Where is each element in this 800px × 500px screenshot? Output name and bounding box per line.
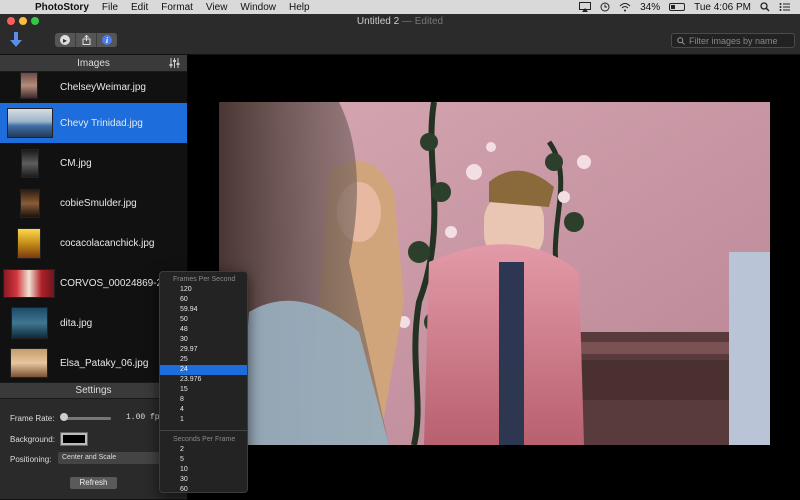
image-list-item[interactable]: Chevy Trinidad.jpg: [0, 103, 187, 143]
spf-option[interactable]: 60: [160, 485, 247, 495]
thumbnail: [20, 189, 40, 218]
menu-bar: PhotoStory File Edit Format View Window …: [0, 0, 800, 14]
image-list-item[interactable]: cobieSmulder.jpg: [0, 183, 187, 223]
fps-option[interactable]: 59.94: [160, 305, 247, 315]
fps-option[interactable]: 4: [160, 405, 247, 415]
photo-illustration: [219, 102, 770, 445]
time-machine-icon[interactable]: [600, 2, 610, 12]
fps-option[interactable]: 25: [160, 355, 247, 365]
thumbnail: [7, 108, 53, 138]
toolbar-segmented-control: ▸ i: [55, 33, 117, 47]
background-color-well[interactable]: [60, 432, 88, 446]
spf-option[interactable]: 5: [160, 455, 247, 465]
thumbnail: [3, 269, 55, 298]
battery-icon[interactable]: [669, 3, 686, 11]
fps-option[interactable]: 30: [160, 335, 247, 345]
image-name: ChelseyWeimar.jpg: [60, 82, 146, 93]
spotlight-icon[interactable]: [760, 2, 770, 12]
preview-canvas: [188, 55, 800, 500]
positioning-value: Center and Scale: [62, 454, 117, 461]
battery-percent: 34%: [640, 1, 661, 13]
window-title: Untitled 2 — Edited: [0, 16, 800, 27]
spf-option[interactable]: 2: [160, 445, 247, 455]
fps-option[interactable]: 1: [160, 415, 247, 425]
image-name: dita.jpg: [60, 317, 93, 329]
spf-options: 2 5 10 30 60: [160, 445, 247, 495]
airplay-icon[interactable]: [579, 2, 592, 12]
filter-input[interactable]: [689, 35, 789, 46]
wifi-icon[interactable]: [619, 2, 631, 12]
frame-rate-label: Frame Rate:: [10, 414, 55, 423]
menu-format[interactable]: Format: [161, 2, 193, 13]
menu-file[interactable]: File: [102, 2, 118, 13]
export-button[interactable]: [8, 31, 24, 49]
image-list-item[interactable]: ChelseyWeimar.jpg: [0, 72, 187, 103]
images-header-title: Images: [77, 57, 110, 69]
thumbnail: [21, 149, 39, 178]
refresh-label: Refresh: [79, 478, 108, 487]
image-list-item[interactable]: CM.jpg: [0, 143, 187, 183]
preview-button[interactable]: ▸: [55, 33, 76, 47]
background-label: Background:: [10, 435, 55, 444]
preview-photo: [219, 102, 770, 445]
images-header: Images: [0, 55, 187, 72]
thumbnail: [20, 72, 38, 99]
share-button[interactable]: [76, 33, 97, 47]
menu-window[interactable]: Window: [240, 2, 276, 13]
thumbnail: [11, 307, 48, 339]
window-titlebar: Untitled 2 — Edited ▸ i: [0, 14, 800, 55]
thumbnail: [10, 348, 48, 378]
color-swatch: [63, 435, 85, 443]
frame-rate-popup: Frames Per Second 120 60 59.94 50 48 30 …: [159, 271, 248, 493]
share-icon: [82, 35, 90, 45]
info-icon: i: [102, 35, 112, 45]
search-icon: [677, 36, 685, 45]
spf-option[interactable]: 10: [160, 465, 247, 475]
filter-field: [671, 33, 795, 48]
spf-option[interactable]: 30: [160, 475, 247, 485]
thumbnail: [17, 228, 41, 259]
positioning-select[interactable]: Center and Scale: [58, 452, 168, 464]
image-name: cobieSmulder.jpg: [60, 197, 137, 209]
fps-option[interactable]: 15: [160, 385, 247, 395]
download-arrow-icon: [10, 32, 22, 47]
fps-option[interactable]: 120: [160, 285, 247, 295]
frame-rate-slider-track[interactable]: [63, 417, 111, 420]
fps-option[interactable]: 60: [160, 295, 247, 305]
settings-header-title: Settings: [75, 385, 112, 396]
fps-group-title: Frames Per Second: [173, 276, 236, 283]
fps-option[interactable]: 8: [160, 395, 247, 405]
notification-center-icon[interactable]: [779, 2, 790, 12]
info-button[interactable]: i: [97, 33, 117, 47]
fps-options: 120 60 59.94 50 48 30 29.97 25 24 23.976…: [160, 285, 247, 425]
menu-app-name[interactable]: PhotoStory: [35, 2, 89, 13]
positioning-label: Positioning:: [10, 455, 52, 464]
status-area: 34% Tue 4:06 PM: [579, 0, 790, 14]
play-icon: ▸: [60, 35, 70, 45]
image-name: Chevy Trinidad.jpg: [60, 117, 143, 129]
document-name: Untitled 2: [356, 16, 400, 27]
fps-option[interactable]: 50: [160, 315, 247, 325]
image-list-item[interactable]: cocacolacanchick.jpg: [0, 223, 187, 263]
fps-option[interactable]: 24: [160, 365, 247, 375]
menu-edit[interactable]: Edit: [131, 2, 148, 13]
edited-status: — Edited: [401, 16, 444, 27]
sliders-icon[interactable]: [169, 58, 180, 71]
image-name: Elsa_Pataky_06.jpg: [60, 357, 149, 369]
fps-option[interactable]: 48: [160, 325, 247, 335]
menu-help[interactable]: Help: [289, 2, 310, 13]
menu-separator: [160, 430, 247, 431]
refresh-button[interactable]: Refresh: [70, 477, 117, 489]
image-name: cocacolacanchick.jpg: [60, 237, 155, 249]
menu-view[interactable]: View: [206, 2, 228, 13]
fps-option[interactable]: 29.97: [160, 345, 247, 355]
menu-clock[interactable]: Tue 4:06 PM: [694, 2, 751, 13]
frame-rate-slider-knob[interactable]: [60, 413, 68, 421]
spf-group-title: Seconds Per Frame: [173, 436, 236, 443]
fps-option[interactable]: 23.976: [160, 375, 247, 385]
image-name: CM.jpg: [60, 157, 92, 169]
